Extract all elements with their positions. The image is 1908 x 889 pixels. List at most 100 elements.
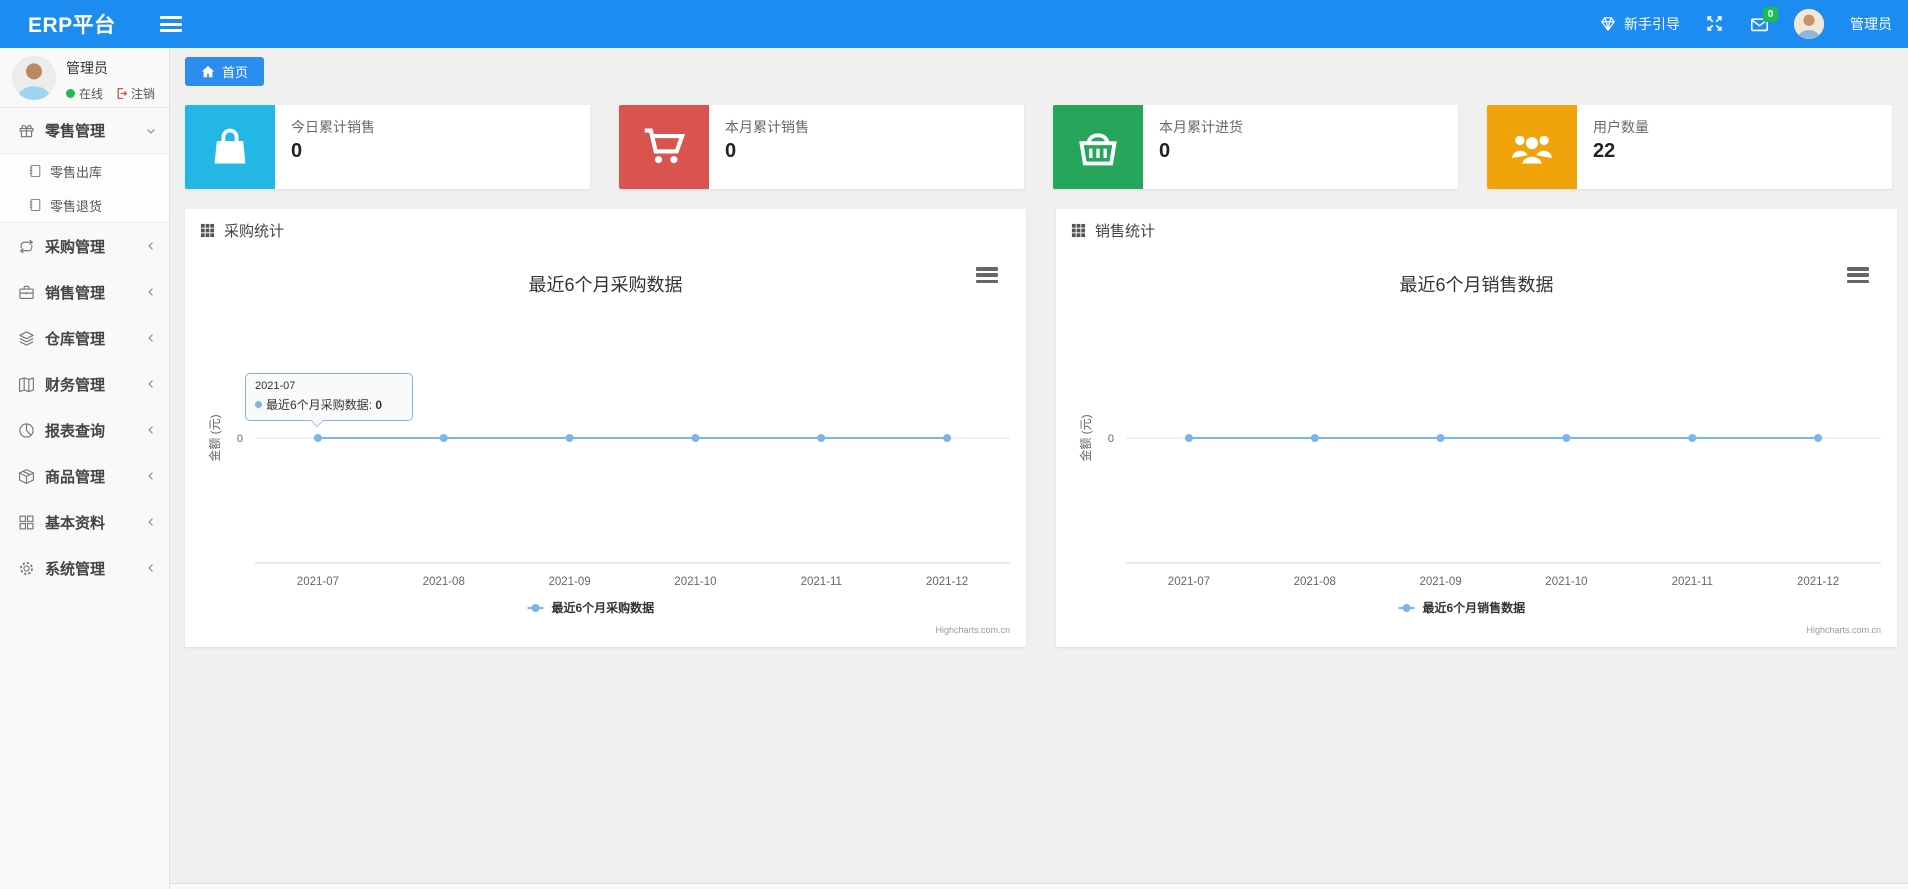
stat-value: 0 <box>1159 140 1171 162</box>
svg-text:2021-10: 2021-10 <box>674 576 716 588</box>
svg-text:金额 (元): 金额 (元) <box>1078 414 1093 461</box>
stat-title: 今日累计销售 <box>291 119 375 135</box>
grid-dots-icon <box>1071 223 1086 237</box>
sidebar-item-retail[interactable]: 零售管理 <box>0 108 169 154</box>
mail-icon[interactable]: 0 <box>1750 7 1778 33</box>
users-icon <box>1487 105 1577 189</box>
chevron-left-icon <box>148 472 153 480</box>
svg-text:最近6个月销售数据: 最近6个月销售数据 <box>1423 600 1526 615</box>
svg-text:2021-12: 2021-12 <box>1797 576 1839 588</box>
stat-card-user-count: 用户数量 22 <box>1487 105 1892 189</box>
svg-text:2021-11: 2021-11 <box>1672 576 1713 588</box>
basket-icon <box>1053 105 1143 189</box>
svg-text:2021-10: 2021-10 <box>1545 576 1587 588</box>
chevron-left-icon <box>148 288 153 296</box>
svg-text:0: 0 <box>237 433 243 445</box>
svg-text:0: 0 <box>1108 433 1114 445</box>
sidebar: 管理员 在线 注销 零售管理 零售出库 零售退货 采购管理 销售管理 仓库管理 … <box>0 48 170 889</box>
chevron-down-icon <box>147 128 155 134</box>
logout-link[interactable]: 注销 <box>115 85 155 102</box>
sidebar-item-warehouse[interactable]: 仓库管理 <box>0 315 169 361</box>
top-navbar: ERP平台 新手引导 0 管理员 <box>0 0 1908 48</box>
chevron-left-icon <box>148 518 153 526</box>
svg-text:2021-09: 2021-09 <box>1419 576 1461 588</box>
footer-divider <box>170 883 1908 889</box>
svg-text:2021-11: 2021-11 <box>801 576 842 588</box>
svg-text:2021-08: 2021-08 <box>423 576 465 588</box>
svg-text:2021-07: 2021-07 <box>297 576 339 588</box>
online-status-dot <box>66 89 75 98</box>
stat-value: 0 <box>725 140 737 162</box>
logout-icon <box>117 87 128 100</box>
svg-text:最近6个月采购数据: 最近6个月采购数据 <box>528 275 682 295</box>
stat-card-month-purchase: 本月累计进货 0 <box>1053 105 1458 189</box>
sidebar-item-purchase[interactable]: 采购管理 <box>0 223 169 269</box>
user-avatar[interactable] <box>1794 9 1824 39</box>
svg-text:2021-08: 2021-08 <box>1294 576 1336 588</box>
purchase-stats-panel: 采购统计 最近6个月采购数据金额 (元) 0 2021-07 2021-08 2021-… <box>185 209 1026 647</box>
stat-card-today-sales: 今日累计销售 0 <box>185 105 590 189</box>
chevron-left-icon <box>148 564 153 572</box>
profile-avatar[interactable] <box>12 56 56 100</box>
svg-text:最近6个月销售数据: 最近6个月销售数据 <box>1399 275 1553 295</box>
sales-stats-panel: 销售统计 最近6个月销售数据 金额 (元) 0 2021-07 2021-08 2021-… <box>1056 209 1897 647</box>
map-icon <box>19 376 34 392</box>
layers-icon <box>19 330 34 346</box>
stat-value: 0 <box>291 140 303 162</box>
series-dot <box>255 401 262 408</box>
logout-label: 注销 <box>131 87 156 101</box>
bag-icon <box>185 105 275 189</box>
pie-chart-icon <box>19 422 34 438</box>
cart-icon <box>619 105 709 189</box>
panel-title: 采购统计 <box>224 222 285 240</box>
svg-text:2021-12: 2021-12 <box>926 576 968 588</box>
box-icon <box>19 468 34 484</box>
gem-icon <box>1599 15 1617 33</box>
sidebar-item-reports[interactable]: 报表查询 <box>0 407 169 453</box>
chart-menu-icon[interactable] <box>976 267 998 283</box>
tooltip-header: 2021-07 <box>255 380 296 392</box>
svg-text:2021-07: 2021-07 <box>1168 576 1210 588</box>
tab-home[interactable]: 首页 <box>185 57 265 86</box>
sidebar-item-retail-return[interactable]: 零售退货 <box>0 188 169 222</box>
sidebar-item-finance[interactable]: 财务管理 <box>0 361 169 407</box>
navbar-username[interactable]: 管理员 <box>1850 14 1892 34</box>
sidebar-item-sales[interactable]: 销售管理 <box>0 269 169 315</box>
guide-link[interactable]: 新手引导 <box>1599 14 1680 34</box>
chevron-left-icon <box>148 426 153 434</box>
chevron-left-icon <box>148 334 153 342</box>
chart-tooltip: 2021-07 最近6个月采购数据: 0 <box>245 373 413 427</box>
sidebar-item-system[interactable]: 系统管理 <box>0 545 169 591</box>
panel-title: 销售统计 <box>1095 222 1156 240</box>
svg-text:Highcharts.com.cn: Highcharts.com.cn <box>935 625 1010 635</box>
profile-name: 管理员 <box>66 60 108 76</box>
profile-block: 管理员 在线 注销 <box>0 48 169 108</box>
sidebar-menu: 零售管理 零售出库 零售退货 采购管理 销售管理 仓库管理 财务管理 报表查询 … <box>0 108 169 591</box>
sidebar-item-retail-outbound[interactable]: 零售出库 <box>0 154 169 188</box>
gear-icon <box>20 561 33 575</box>
stat-title: 本月累计进货 <box>1159 119 1243 135</box>
svg-text:金额 (元): 金额 (元) <box>207 414 222 461</box>
sidebar-item-basic-data[interactable]: 基本资料 <box>0 499 169 545</box>
journal-icon <box>29 165 41 177</box>
svg-text:Highcharts.com.cn: Highcharts.com.cn <box>1806 625 1881 635</box>
tab-home-label: 首页 <box>222 65 249 80</box>
mail-badge: 0 <box>1763 7 1778 22</box>
briefcase-icon <box>19 285 34 299</box>
grid-icon <box>19 515 34 529</box>
main-content: 首页 今日累计销售 0 本月累计销售 0 本月累计进货 0 用户数量 22 采购… <box>170 48 1908 889</box>
gift-icon <box>19 124 34 138</box>
chevron-left-icon <box>148 380 153 388</box>
sales-chart: 最近6个月销售数据 金额 (元) 0 2021-07 2021-08 2021-09 202… <box>1056 251 1897 647</box>
menu-toggle-icon[interactable] <box>159 16 182 32</box>
chart-menu-icon[interactable] <box>1847 267 1869 283</box>
sidebar-item-products[interactable]: 商品管理 <box>0 453 169 499</box>
svg-text:2021-09: 2021-09 <box>548 576 590 588</box>
stat-cards-row: 今日累计销售 0 本月累计销售 0 本月累计进货 0 用户数量 22 <box>185 105 1893 189</box>
grid-dots-icon <box>200 223 215 237</box>
guide-label: 新手引导 <box>1624 16 1680 32</box>
fullscreen-icon[interactable] <box>1706 15 1724 33</box>
stat-title: 用户数量 <box>1593 119 1649 135</box>
retail-submenu: 零售出库 零售退货 <box>0 154 169 223</box>
stat-value: 22 <box>1593 140 1616 162</box>
